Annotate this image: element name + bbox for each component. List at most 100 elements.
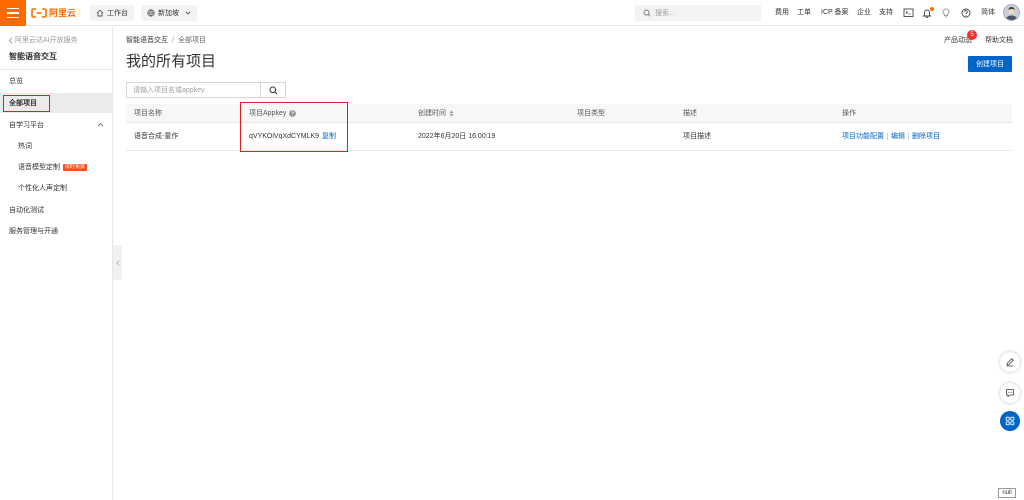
- column-header-type: 项目类型: [577, 104, 605, 122]
- project-search-input[interactable]: [133, 83, 257, 97]
- edit-project-link[interactable]: 编辑: [891, 133, 905, 140]
- project-appkey: qVYKOiVqXdCYMLK9: [249, 133, 320, 140]
- chevron-left-icon: [8, 36, 13, 44]
- help-docs-link[interactable]: 帮助文档: [985, 37, 1013, 44]
- projects-table: 项目名称 项目Appkey 创建时间 项目类型 描述 操作 语音合成-童作 qV…: [126, 104, 1012, 151]
- lightbulb-icon[interactable]: [941, 8, 952, 19]
- sidebar-item-label: 语音模型定制: [18, 163, 60, 171]
- sidebar-item-hotwords[interactable]: 热词: [0, 136, 112, 156]
- icp-link[interactable]: ICP 备案: [821, 9, 849, 16]
- action-divider: [908, 133, 909, 140]
- project-search-button[interactable]: [260, 82, 286, 98]
- column-header-created[interactable]: 创建时间: [418, 104, 454, 122]
- sidebar-item-all-projects[interactable]: 全部项目: [0, 93, 112, 113]
- sidebar-collapse-handle[interactable]: [113, 245, 122, 280]
- back-label: 阿里云达AI开放服务: [15, 36, 78, 44]
- sidebar-item-label: 服务管理与开通: [9, 227, 58, 235]
- search-icon: [269, 86, 278, 95]
- sidebar-item-voice-customization[interactable]: 个性化人声定制: [0, 178, 112, 198]
- null-indicator: null: [998, 488, 1016, 498]
- help-icon[interactable]: [289, 109, 297, 117]
- project-name: 语音合成-童作: [134, 133, 179, 140]
- sort-icon[interactable]: [449, 110, 454, 117]
- sidebar-item-label: 个性化人声定制: [18, 184, 67, 192]
- notification-dot: [930, 7, 934, 11]
- feedback-edit-button[interactable]: [1000, 352, 1020, 372]
- sidebar-item-service-management[interactable]: 服务管理与开通: [0, 221, 112, 241]
- help-icon[interactable]: [961, 8, 972, 19]
- menu-icon[interactable]: [0, 0, 26, 26]
- top-bar: 阿里云 工作台 新加坡 费用 工单 ICP 备案 企业 支持 简: [0, 0, 1024, 26]
- created-time: 2022年6月20日 16:00:19: [418, 133, 496, 140]
- column-header-label: 项目Appkey: [249, 109, 287, 117]
- sidebar-item-overview[interactable]: 总览: [0, 71, 112, 91]
- aliyun-logo-icon: [31, 8, 47, 18]
- description-cell: 项目描述: [683, 123, 711, 150]
- sidebar: 阿里云达AI开放服务 智能语音交互 总览 全部项目 自学习平台 热词 语音模型定…: [0, 26, 113, 500]
- apps-grid-button[interactable]: [1000, 411, 1020, 431]
- edit-icon: [1005, 357, 1015, 367]
- support-link[interactable]: 支持: [879, 9, 893, 16]
- column-header-label: 描述: [683, 109, 697, 117]
- chevron-left-icon: [115, 260, 120, 266]
- column-header-description: 描述: [683, 104, 697, 122]
- sidebar-item-label: 总览: [9, 77, 23, 85]
- free-badge: 限时免费: [63, 163, 88, 171]
- column-header-label: 操作: [842, 109, 856, 117]
- ticket-link[interactable]: 工单: [797, 9, 811, 16]
- column-header-name: 项目名称: [134, 104, 162, 122]
- product-title: 智能语音交互: [9, 52, 57, 61]
- avatar[interactable]: [1003, 4, 1020, 21]
- project-name-cell: 语音合成-童作: [134, 123, 178, 150]
- sidebar-item-label: 热词: [18, 142, 32, 150]
- column-header-label: 创建时间: [418, 109, 446, 117]
- copy-appkey-link[interactable]: 复制: [322, 133, 336, 140]
- breadcrumb-separator: /: [172, 37, 174, 44]
- globe-icon: [147, 9, 155, 17]
- language-switch[interactable]: 简体: [981, 9, 995, 16]
- breadcrumb-item-current: 全部项目: [177, 37, 206, 44]
- enterprise-link[interactable]: 企业: [857, 9, 871, 16]
- chevron-down-icon: [185, 10, 191, 16]
- project-config-link[interactable]: 项目功能配置: [842, 133, 884, 140]
- sidebar-divider: [0, 69, 112, 70]
- sidebar-item-model-customization[interactable]: 语音模型定制 限时免费: [0, 157, 112, 177]
- aliyun-logo[interactable]: 阿里云: [31, 7, 76, 19]
- sidebar-item-label: 自动化测试: [9, 206, 44, 214]
- bell-icon[interactable]: [922, 7, 934, 19]
- product-news-badge: 5: [967, 30, 977, 40]
- chat-icon: [1005, 388, 1015, 398]
- region-selector[interactable]: 新加坡: [141, 5, 197, 21]
- create-project-button[interactable]: 创建项目: [968, 56, 1012, 72]
- search-icon: [643, 9, 651, 17]
- logo-text: 阿里云: [49, 7, 77, 18]
- region-label: 新加坡: [158, 9, 179, 17]
- page-title: 我的所有项目: [126, 53, 217, 70]
- global-search: [635, 5, 761, 21]
- sidebar-item-automated-testing[interactable]: 自动化测试: [0, 200, 112, 220]
- column-header-appkey: 项目Appkey: [249, 104, 297, 122]
- breadcrumb-item-product[interactable]: 智能语音交互: [126, 37, 168, 44]
- grid-icon: [1005, 416, 1015, 426]
- back-to-ai-services-link[interactable]: 阿里云达AI开放服务: [8, 36, 78, 44]
- project-description: 项目描述: [683, 133, 711, 140]
- project-search: [126, 82, 261, 98]
- workbench-button[interactable]: 工作台: [90, 5, 134, 21]
- terminal-icon[interactable]: [903, 8, 914, 19]
- table-row: 语音合成-童作 qVYKOiVqXdCYMLK9 复制 2022年6月20日 1…: [126, 123, 1012, 151]
- table-header: 项目名称 项目Appkey 创建时间 项目类型 描述 操作: [126, 104, 1012, 123]
- column-header-label: 项目名称: [134, 109, 162, 117]
- billing-link[interactable]: 费用: [775, 9, 789, 16]
- workbench-label: 工作台: [107, 9, 128, 17]
- home-icon: [96, 9, 104, 17]
- actions-cell: 项目功能配置 编辑 删除项目: [842, 123, 940, 150]
- column-header-actions: 操作: [842, 104, 856, 122]
- sidebar-item-self-learning-platform[interactable]: 自学习平台: [0, 115, 112, 135]
- project-appkey-cell: qVYKOiVqXdCYMLK9 复制: [249, 123, 336, 150]
- chat-button[interactable]: [1000, 383, 1020, 403]
- sidebar-item-label: 自学习平台: [9, 121, 44, 129]
- global-search-input[interactable]: [655, 6, 759, 20]
- delete-project-link[interactable]: 删除项目: [912, 133, 940, 140]
- column-header-label: 项目类型: [577, 109, 605, 117]
- sidebar-item-label: 全部项目: [9, 99, 37, 107]
